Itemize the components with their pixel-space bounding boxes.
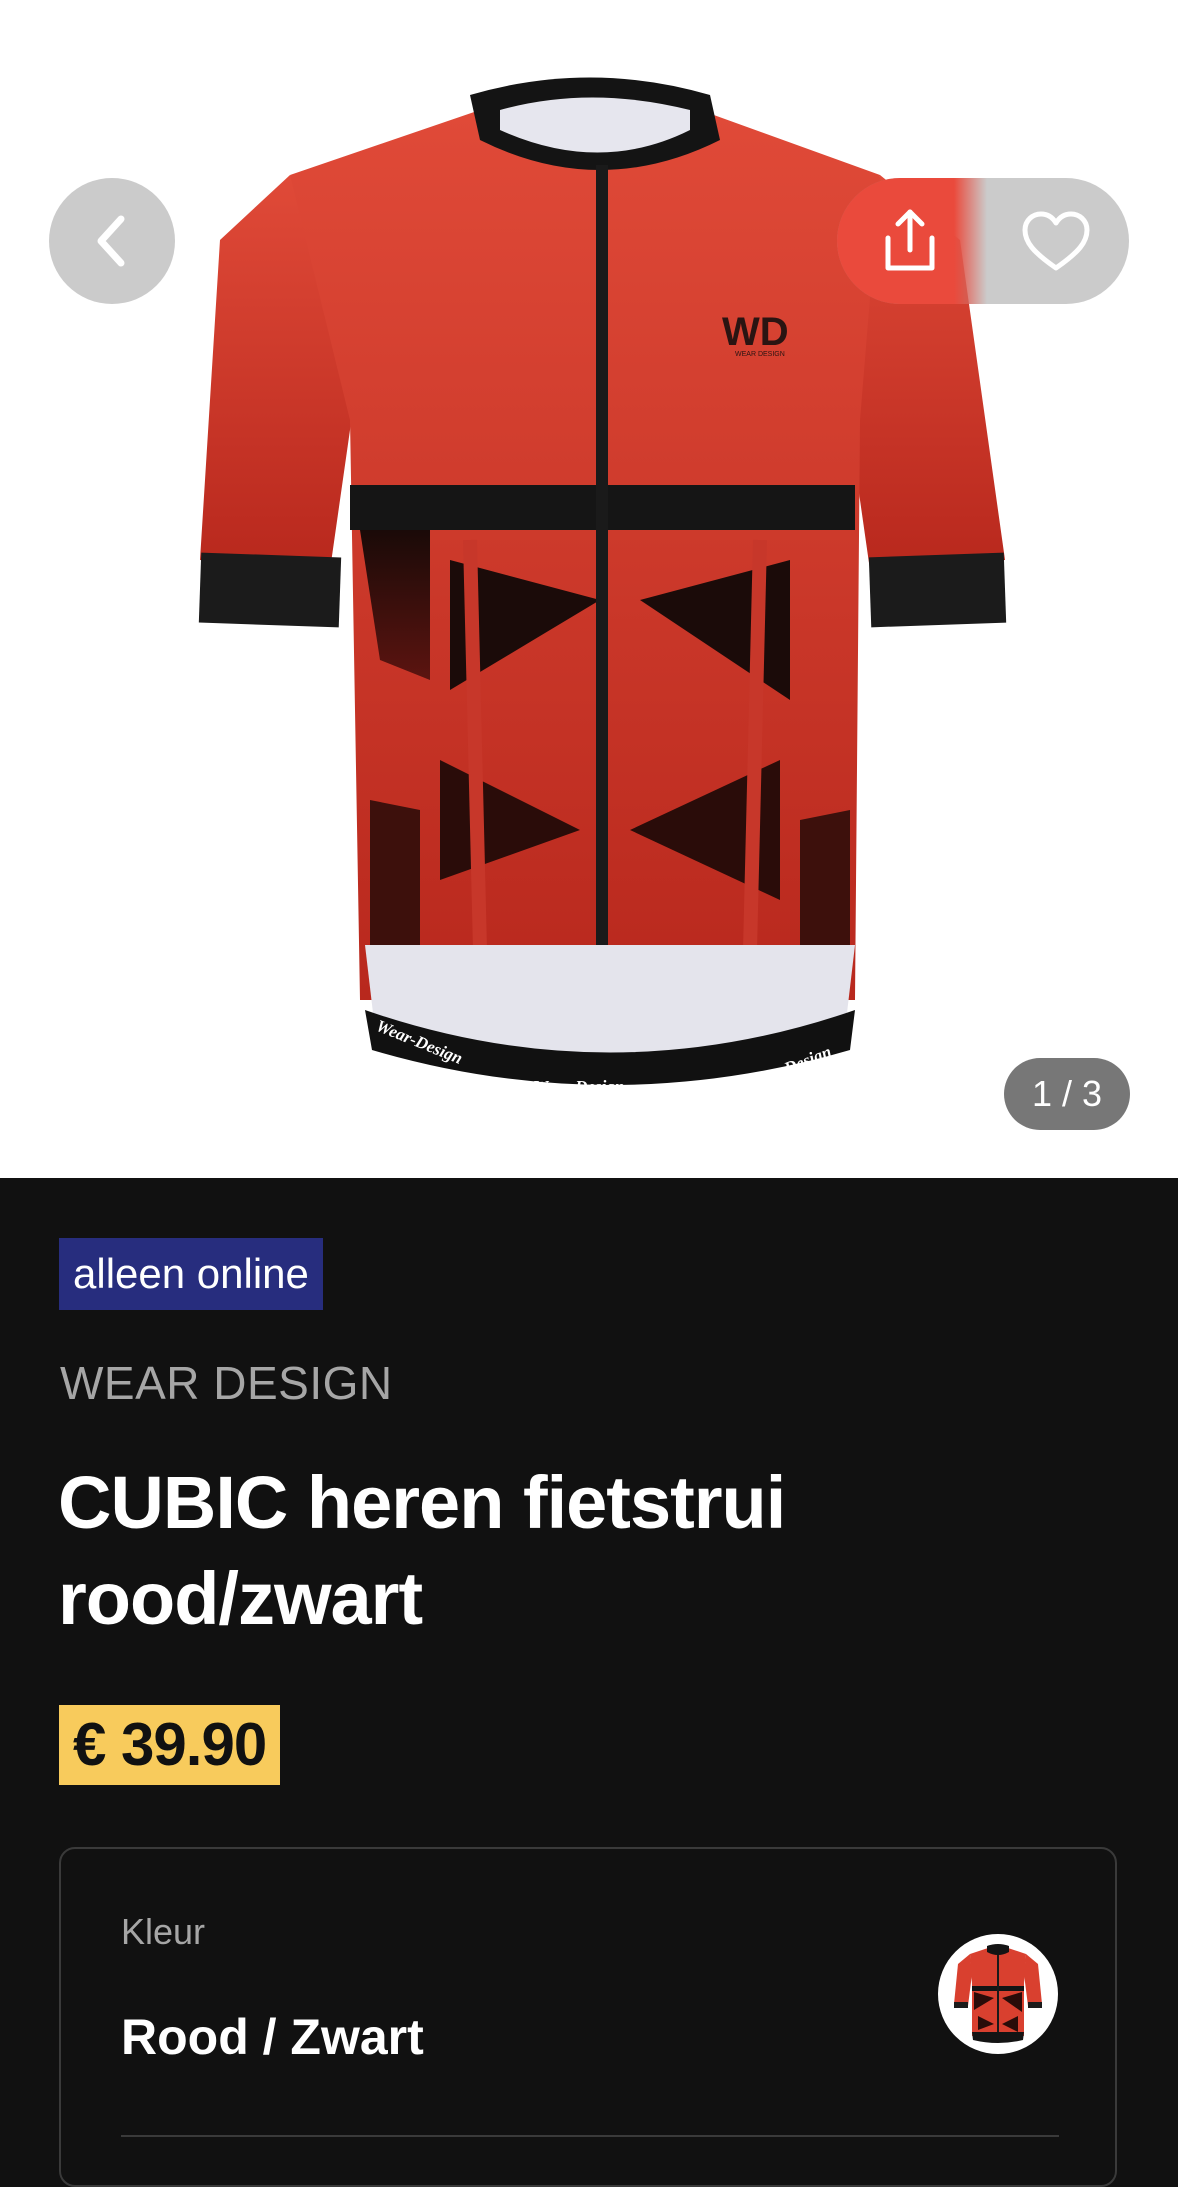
back-button[interactable]	[49, 178, 175, 304]
favorite-button[interactable]	[983, 178, 1129, 304]
hem-print-center: Wear-Design	[533, 1077, 624, 1096]
card-divider	[121, 2135, 1059, 2137]
image-counter: 1 / 3	[1004, 1058, 1130, 1130]
jersey-logo-subtext: WEAR DESIGN	[735, 351, 785, 358]
color-value: Rood / Zwart	[121, 2009, 424, 2065]
color-swatch[interactable]	[938, 1934, 1058, 2054]
heart-icon	[1022, 211, 1090, 271]
color-label: Kleur	[121, 1911, 206, 1952]
product-image-gallery[interactable]: WD WEAR DESIGN Wear-Design Wear-Design W…	[0, 0, 1178, 1178]
jersey-logo: WD	[722, 310, 789, 354]
product-image: WD WEAR DESIGN Wear-Design Wear-Design W…	[198, 77, 1007, 1096]
online-only-badge: alleen online	[59, 1238, 323, 1310]
share-icon	[885, 209, 935, 271]
share-button[interactable]	[837, 178, 983, 304]
chevron-left-icon	[97, 215, 125, 267]
product-price: € 39.90	[59, 1705, 281, 1785]
action-pill	[837, 178, 1129, 304]
color-selector[interactable]: Kleur Rood / Zwart	[59, 1847, 1117, 2187]
color-swatch-jersey-image	[954, 1944, 1042, 2043]
product-brand[interactable]: WEAR DESIGN	[60, 1353, 393, 1413]
product-title: CUBIC heren fietstrui rood/zwart	[58, 1461, 786, 1640]
